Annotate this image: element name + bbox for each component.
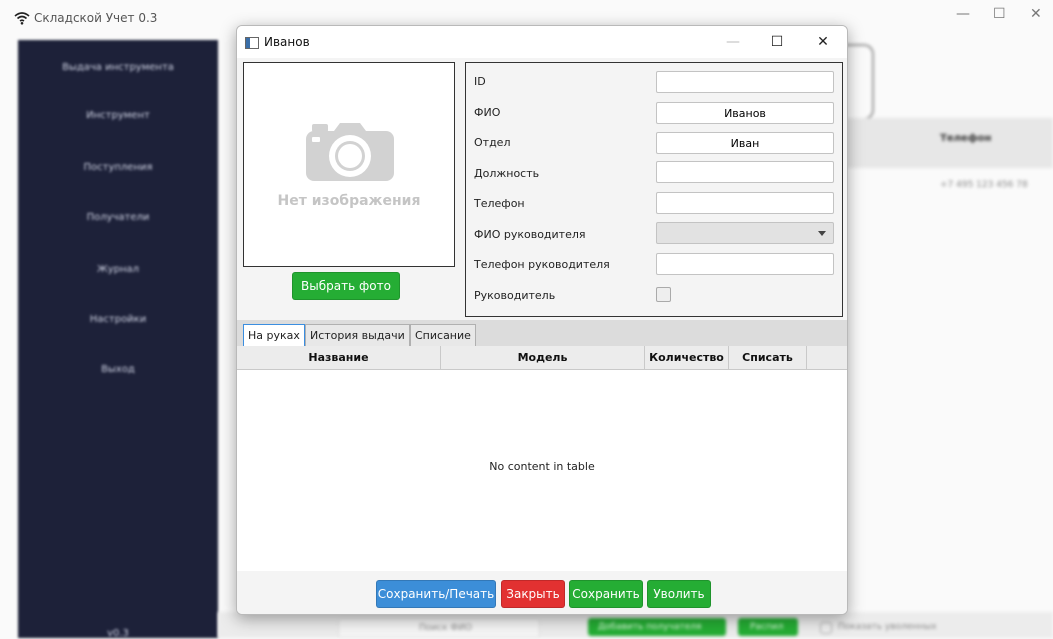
wifi-icon <box>14 12 30 25</box>
background-report-button-label: Распил <box>750 622 784 632</box>
no-image-label: Нет изображения <box>277 193 421 209</box>
choose-photo-button[interactable]: Выбрать фото <box>292 272 400 300</box>
position-field[interactable] <box>656 161 834 183</box>
tab-issue-history[interactable]: История выдачи <box>305 324 410 346</box>
app-sidebar: Выдача инструмента Инструмент Поступлени… <box>18 40 218 639</box>
background-phone-header: Телефон <box>940 133 992 144</box>
phone-label: Телефон <box>474 197 525 210</box>
employee-dialog: Иванов — ☐ ✕ Нет изображения Выбрать фот… <box>236 25 848 615</box>
manager-phone-label: Телефон руководителя <box>474 258 610 271</box>
background-search-placeholder: Поиск ФИО <box>419 623 472 633</box>
is-manager-checkbox[interactable] <box>656 287 671 302</box>
dialog-maximize-button[interactable]: ☐ <box>765 30 789 54</box>
is-manager-label: Руководитель <box>474 289 556 302</box>
items-table[interactable]: Название Модель Количество Списать No co… <box>237 346 847 571</box>
column-header-quantity[interactable]: Количество <box>645 346 729 370</box>
id-field[interactable] <box>656 71 834 93</box>
camera-icon <box>306 123 394 181</box>
dialog-title: Иванов <box>264 35 310 49</box>
sidebar-item-journal[interactable]: Журнал <box>18 264 218 275</box>
dialog-close-button[interactable]: ✕ <box>811 30 835 54</box>
column-header-name[interactable]: Название <box>237 346 441 370</box>
sidebar-item-settings[interactable]: Настройки <box>18 314 218 325</box>
fio-label: ФИО <box>474 106 501 119</box>
dialog-button-bar: Сохранить/Печать Закрыть Сохранить Уволи… <box>237 571 847 614</box>
department-label: Отдел <box>474 136 511 149</box>
background-checkbox-label: Показать уволенных <box>838 622 937 632</box>
sidebar-item-receipts[interactable]: Поступления <box>18 162 218 173</box>
fio-field[interactable] <box>656 102 834 124</box>
department-field[interactable] <box>656 132 834 154</box>
tab-on-hand[interactable]: На руках <box>243 324 305 346</box>
manager-fio-label: ФИО руководителя <box>474 228 586 241</box>
phone-field[interactable] <box>656 192 834 214</box>
tab-bar: На руках История выдачи Списание <box>237 320 847 346</box>
background-add-button[interactable]: Добавить получателя <box>588 618 726 636</box>
column-header-filler <box>807 346 847 370</box>
save-print-button[interactable]: Сохранить/Печать <box>376 580 496 608</box>
tab-write-off[interactable]: Списание <box>410 324 476 346</box>
save-button[interactable]: Сохранить <box>569 580 643 608</box>
column-header-model[interactable]: Модель <box>441 346 645 370</box>
manager-phone-field[interactable] <box>656 253 834 275</box>
background-phone-cell: +7 495 123 456 78 <box>940 180 1028 190</box>
app-minimize-button[interactable]: — <box>956 6 970 22</box>
position-label: Должность <box>474 167 540 180</box>
id-label: ID <box>474 75 486 88</box>
photo-preview: Нет изображения <box>243 62 455 267</box>
manager-fio-select[interactable] <box>656 222 834 244</box>
background-add-button-label: Добавить получателя <box>598 622 702 632</box>
close-button[interactable]: Закрыть <box>501 580 565 608</box>
sidebar-footer: v0.3 <box>107 628 129 639</box>
dialog-titlebar: Иванов — ☐ ✕ <box>237 26 847 58</box>
column-header-write-off[interactable]: Списать <box>729 346 807 370</box>
background-report-button[interactable]: Распил <box>738 618 798 636</box>
app-title: Складской Учет 0.3 <box>34 11 158 25</box>
sidebar-item-recipients[interactable]: Получатели <box>18 212 218 223</box>
employee-form: ID ФИО Отдел Должность Телефон ФИО руков… <box>465 62 843 317</box>
sidebar-item-issue[interactable]: Выдача инструмента <box>18 62 218 73</box>
chevron-down-icon <box>818 231 826 236</box>
sidebar-item-tools[interactable]: Инструмент <box>18 110 218 121</box>
window-app-icon <box>245 37 259 49</box>
background-dismissed-checkbox[interactable] <box>820 622 832 634</box>
dialog-minimize-button[interactable]: — <box>721 30 745 54</box>
dismiss-button[interactable]: Уволить <box>647 580 711 608</box>
background-search-input[interactable]: Поиск ФИО <box>338 618 540 638</box>
sidebar-item-exit[interactable]: Выход <box>18 364 218 375</box>
app-close-button[interactable]: ✕ <box>1030 6 1042 22</box>
empty-table-message: No content in table <box>489 460 595 473</box>
app-maximize-button[interactable]: ☐ <box>993 6 1006 22</box>
